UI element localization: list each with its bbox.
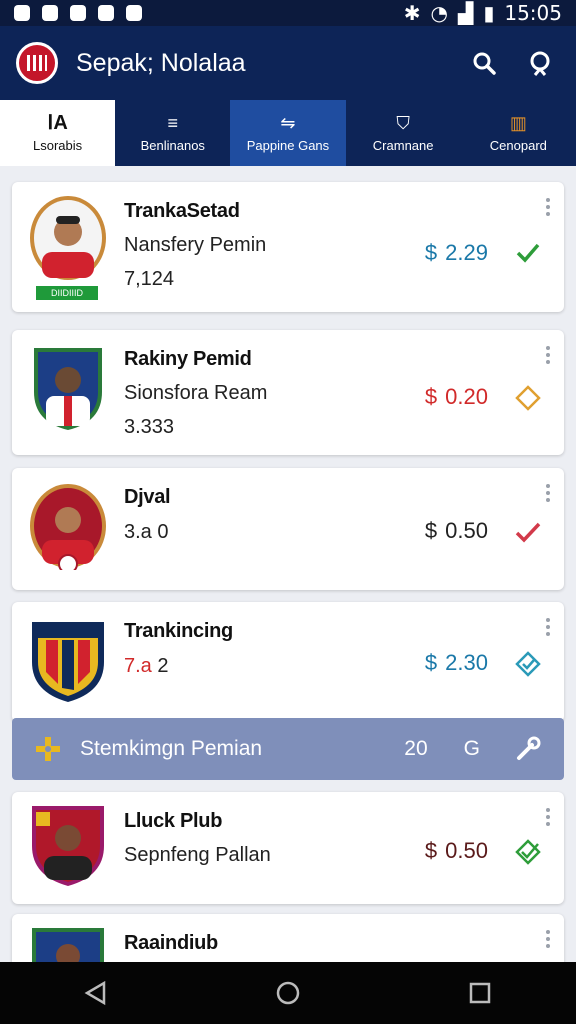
player-avatar (28, 798, 108, 888)
more-menu-icon[interactable] (546, 346, 550, 367)
list-icon: ≡ (167, 112, 179, 133)
club-logo (16, 42, 58, 84)
sd-card-icon (126, 5, 142, 21)
wifi-icon: ◔ (430, 1, 448, 25)
currency: $ (424, 650, 438, 675)
card-title: TrankaSetad (124, 200, 240, 222)
club-crest (28, 614, 108, 704)
currency: $ (424, 838, 438, 863)
tab-pappine-gans[interactable]: ⇋ Pappine Gans (230, 100, 346, 166)
price-value: 2.30 (445, 650, 488, 675)
tab-cramnane[interactable]: ⛉ Cramnane (346, 100, 461, 166)
card-price: $2.29 (425, 240, 488, 266)
player-card[interactable]: DIIDIIID TrankaSetad Nansfery Pemin 7,12… (12, 182, 564, 312)
card-title: Trankincing (124, 620, 233, 642)
tab-label: Benlinanos (140, 137, 205, 153)
mail-notification-icon (70, 5, 86, 21)
app-title: Sepak; Nolalaa (76, 48, 246, 77)
clock: 15:05 (504, 1, 562, 25)
wrench-icon[interactable] (514, 735, 542, 763)
card-count-highlight: 7.a (124, 655, 152, 677)
club-card[interactable]: Lluck Plub Sepnfeng Pallan $0.50 (12, 792, 564, 904)
check-icon[interactable] (514, 238, 542, 266)
la-icon: ⅠA (47, 111, 68, 134)
banner-title: Stemkimgn Pemian (80, 737, 263, 760)
player-avatar (28, 342, 108, 432)
tab-label: Cenopard (489, 137, 547, 153)
bluetooth-icon: ✱ (403, 1, 421, 25)
club-card[interactable]: Trankincing 7.a 2 $2.30 (12, 602, 564, 722)
card-price: $2.30 (425, 650, 488, 676)
app-notification-icon (98, 5, 114, 21)
app-bar: Sepak; Nolalaa (0, 26, 576, 100)
card-subtitle: Nansfery Pemin (124, 234, 267, 256)
card-price: $0.50 (425, 838, 488, 864)
search-icon (473, 52, 496, 75)
card-subtitle: Sionsfora Ream (124, 382, 268, 404)
tab-lsorabis[interactable]: ⅠA Lsorabis (0, 100, 116, 166)
crest-plus-icon (36, 737, 60, 761)
player-card[interactable]: Djval 3.a 0 $0.50 (12, 468, 564, 590)
banner-count: 20 (404, 737, 428, 760)
tab-benlinanos[interactable]: ≡ Benlinanos (115, 100, 230, 166)
stemkimgn-banner[interactable]: Stemkimgn Pemian 20 G (12, 718, 564, 780)
player-card[interactable]: Rakiny Pemid Sionsfora Ream 3.333 $0.20 (12, 330, 564, 455)
signal-icon: ▟ (457, 1, 474, 25)
price-value: 0.20 (445, 384, 488, 409)
profile-search-button[interactable] (520, 43, 560, 83)
price-value: 0.50 (445, 518, 488, 543)
card-title: Rakiny Pemid (124, 348, 252, 370)
card-price: $0.20 (425, 384, 488, 410)
card-title: Djval (124, 486, 171, 508)
tab-label: Lsorabis (33, 137, 83, 153)
tab-cenopard[interactable]: ▥ Cenopard (461, 100, 576, 166)
card-title: Lluck Plub (124, 810, 223, 832)
gallery-notification-icon (42, 5, 58, 21)
notification-icon (14, 5, 30, 21)
search-button[interactable] (464, 43, 504, 83)
system-nav-bar (0, 962, 576, 1024)
card-count: 7.a 2 (124, 655, 233, 678)
price-value: 0.50 (445, 838, 488, 863)
player-badge: DIIDIIID (36, 286, 98, 300)
currency: $ (424, 518, 438, 543)
search-profile-icon (530, 51, 550, 76)
status-bar: ✱ ◔ ▟ ▮ 15:05 (0, 0, 576, 26)
check-icon[interactable] (514, 518, 542, 546)
more-menu-icon[interactable] (546, 930, 550, 951)
more-menu-icon[interactable] (546, 618, 550, 639)
tab-label: Pappine Gans (246, 137, 330, 153)
currency: $ (424, 240, 438, 265)
card-price: $0.50 (425, 518, 488, 544)
back-icon[interactable] (82, 979, 110, 1007)
tab-bar: ⅠA Lsorabis ≡ Benlinanos ⇋ Pappine Gans … (0, 100, 576, 166)
card-count-rest: 2 (157, 655, 169, 677)
trophy-icon: ▥ (509, 112, 527, 133)
home-icon[interactable] (274, 979, 302, 1007)
card-count: 7,124 (124, 268, 175, 290)
battery-icon: ▮ (483, 1, 495, 25)
recents-icon[interactable] (466, 979, 494, 1007)
more-menu-icon[interactable] (546, 198, 550, 219)
card-count: 3.a 0 (124, 521, 169, 543)
card-subtitle: Sepnfeng Pallan (124, 844, 271, 866)
price-value: 2.29 (445, 240, 488, 265)
ticket-icon: ⇋ (280, 112, 296, 133)
card-count: 3.333 (124, 416, 175, 438)
diamond-check-icon[interactable] (514, 650, 542, 678)
card-title: Raaindiub (124, 932, 218, 954)
more-menu-icon[interactable] (546, 484, 550, 505)
banner-letter: G (463, 737, 480, 760)
more-menu-icon[interactable] (546, 808, 550, 829)
tab-label: Cramnane (372, 137, 434, 153)
player-avatar (28, 480, 108, 574)
shield-icon: ⛉ (396, 112, 410, 133)
diamond-icon[interactable] (514, 384, 542, 412)
player-avatar (28, 194, 108, 284)
currency: $ (424, 384, 438, 409)
diamond-check-icon[interactable] (514, 838, 542, 866)
